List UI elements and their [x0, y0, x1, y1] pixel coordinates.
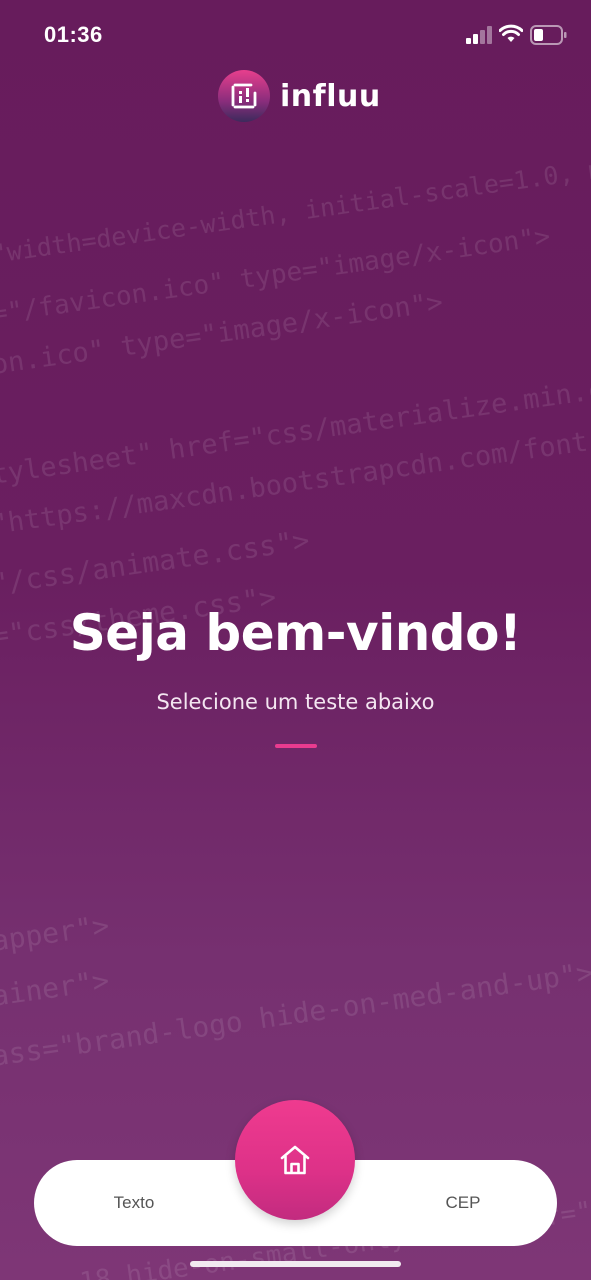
brand-name: influu	[280, 78, 381, 114]
code-line: on.ico" type="image/x-icon">	[0, 286, 445, 381]
code-line: "https://maxcdn.bootstrapcdn.com/font-aw…	[0, 365, 591, 541]
code-line: ="/favicon.ico" type="image/x-icon">	[0, 221, 553, 330]
welcome-title: Seja bem-vindo!	[69, 604, 522, 662]
home-indicator[interactable]	[190, 1261, 401, 1267]
code-line: ainer">	[0, 963, 112, 1013]
brand-logo: influu	[218, 70, 381, 122]
home-icon	[280, 1145, 310, 1175]
welcome-subtitle: Selecione um teste abaixo	[156, 690, 435, 714]
code-line: "width=device-width, initial-scale=1.0, …	[0, 108, 591, 269]
influu-logo-icon	[218, 70, 270, 122]
nav-item-texto[interactable]: Texto	[74, 1160, 194, 1246]
nav-item-texto-label: Texto	[113, 1193, 155, 1212]
wifi-icon	[499, 24, 523, 42]
battery-icon	[530, 25, 567, 45]
status-time: 01:36	[44, 22, 103, 47]
code-line: ass="brand-logo hide-on-med-and-up"><i><…	[0, 897, 591, 1073]
home-button[interactable]	[235, 1100, 355, 1220]
code-line: tylesheet" href="css/materialize.min.css…	[0, 309, 591, 491]
signal-icon	[466, 26, 492, 44]
accent-divider	[275, 744, 317, 748]
code-line: "/css/animate.css">	[0, 523, 312, 601]
code-line: apper">	[0, 908, 112, 958]
nav-item-cep[interactable]: CEP	[403, 1160, 523, 1246]
nav-item-cep-label: CEP	[445, 1193, 481, 1212]
app-screen: "width=device-width, initial-scale=1.0, …	[0, 0, 591, 1280]
status-bar: 01:36	[0, 0, 591, 72]
